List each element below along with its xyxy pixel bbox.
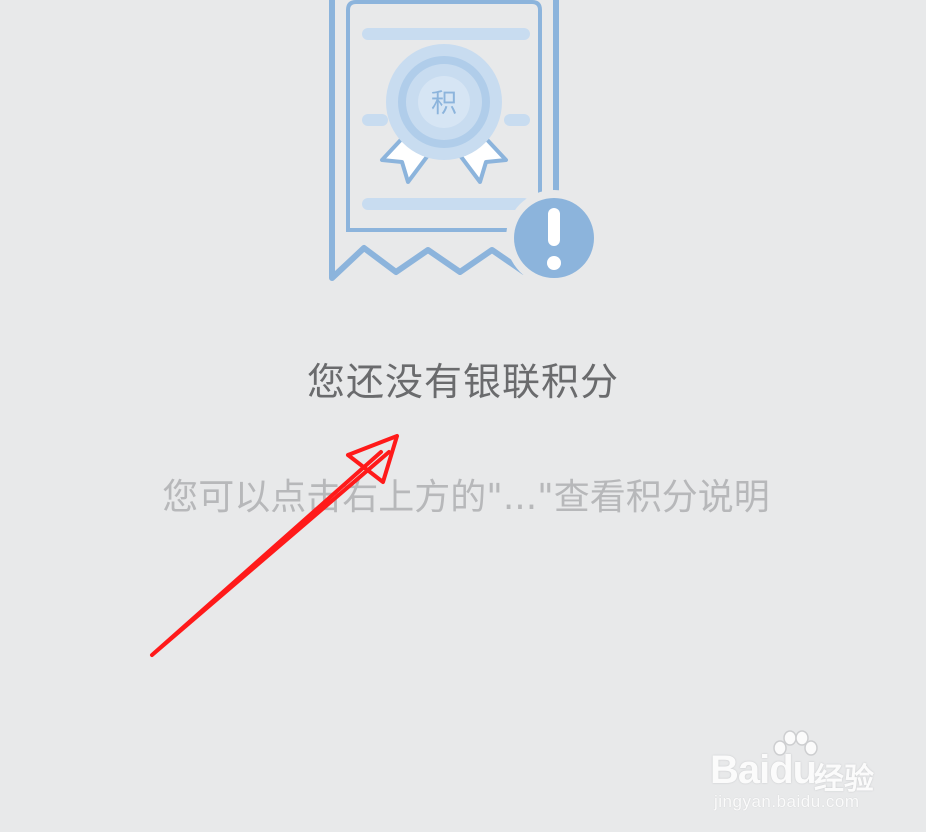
medal-char: 积 [431,89,457,119]
baidu-jingyan-watermark: Baidu 经验 jingyan.baidu.com [702,728,912,818]
exclamation-icon [506,190,602,286]
empty-state-hint: 您可以点击右上方的"..."查看积分说明 [162,477,770,518]
watermark-brand: Baidu [710,748,817,792]
empty-state-title: 您还没有银联积分 [306,360,619,404]
points-certificate-icon: 积 [320,0,620,300]
watermark-url: jingyan.baidu.com [714,792,860,811]
points-empty-screen: 积 您还没有银联积分 您可以点击右上方的"..."查看积分说明 Baidu 经验… [0,0,926,832]
